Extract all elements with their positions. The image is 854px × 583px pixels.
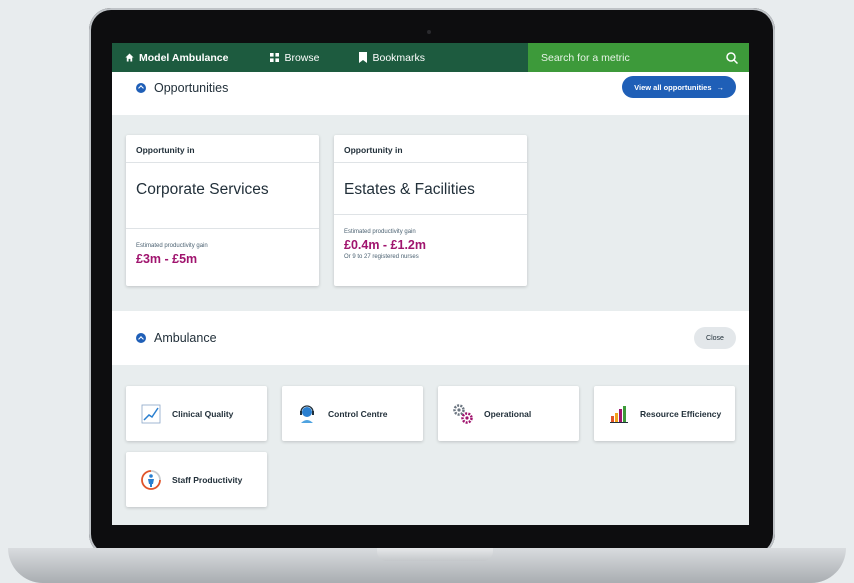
tile-label: Staff Productivity: [172, 474, 243, 485]
gain-label: Estimated productivity gain: [344, 229, 416, 235]
person-gauge-icon: [140, 469, 162, 491]
nav-bookmarks[interactable]: Bookmarks: [359, 52, 425, 64]
laptop-notch: [377, 548, 493, 561]
opportunity-card-corporate-services[interactable]: Opportunity in Corporate Services Estima…: [126, 135, 319, 286]
tile-label: Clinical Quality: [172, 408, 234, 419]
grid-icon: [270, 53, 280, 62]
view-all-opportunities-button[interactable]: View all opportunities →: [622, 76, 736, 98]
app-screen: Model Ambulance Browse Bookmarks Search …: [112, 43, 749, 525]
gain-label: Estimated productivity gain: [136, 243, 208, 249]
search-input[interactable]: Search for a metric: [528, 43, 749, 72]
opportunity-card-header: Opportunity in: [334, 135, 527, 163]
tile-operational[interactable]: Operational: [438, 386, 579, 441]
nav-home-label: Model Ambulance: [139, 51, 229, 64]
search-placeholder: Search for a metric: [541, 51, 630, 64]
opportunity-card-name: Corporate Services: [126, 163, 319, 229]
ambulance-title: Ambulance: [154, 331, 217, 345]
tile-clinical-quality[interactable]: Clinical Quality: [126, 386, 267, 441]
gain-note: Or 9 to 27 registered nurses: [344, 254, 419, 260]
gain-value: £0.4m - £1.2m: [344, 238, 426, 252]
top-navigation: Model Ambulance Browse Bookmarks Search …: [112, 43, 749, 72]
close-button[interactable]: Close: [694, 327, 736, 349]
nav-home[interactable]: Model Ambulance: [125, 52, 228, 64]
tile-label: Control Centre: [328, 408, 388, 419]
bar-chart-icon: [608, 403, 630, 425]
webcam: [427, 30, 431, 34]
nav-bookmarks-label: Bookmarks: [372, 51, 425, 64]
opportunity-card-name: Estates & Facilities: [334, 163, 527, 215]
home-icon: [125, 53, 134, 62]
tile-resource-efficiency[interactable]: Resource Efficiency: [594, 386, 735, 441]
gain-value: £3m - £5m: [136, 252, 198, 266]
tile-control-centre[interactable]: Control Centre: [282, 386, 423, 441]
tile-label: Resource Efficiency: [640, 408, 722, 419]
view-all-label: View all opportunities: [634, 82, 712, 92]
ambulance-header: Ambulance Close: [112, 311, 749, 365]
chevron-up-icon[interactable]: [136, 333, 146, 343]
opportunities-header: Opportunities View all opportunities →: [112, 72, 749, 115]
gears-icon: [452, 403, 474, 425]
headset-operator-icon: [296, 403, 318, 425]
tile-label: Operational: [484, 408, 532, 419]
opportunity-card-estates-facilities[interactable]: Opportunity in Estates & Facilities Esti…: [334, 135, 527, 286]
search-icon[interactable]: [726, 51, 738, 64]
chart-line-icon: [140, 403, 162, 425]
tile-staff-productivity[interactable]: Staff Productivity: [126, 452, 267, 507]
bookmark-icon: [359, 52, 368, 63]
nav-browse[interactable]: Browse: [270, 52, 319, 64]
arrow-right-icon: →: [716, 82, 725, 92]
opportunities-title: Opportunities: [154, 80, 229, 95]
chevron-up-icon[interactable]: [136, 82, 146, 93]
opportunity-card-header: Opportunity in: [126, 135, 319, 163]
nav-browse-label: Browse: [284, 51, 320, 64]
